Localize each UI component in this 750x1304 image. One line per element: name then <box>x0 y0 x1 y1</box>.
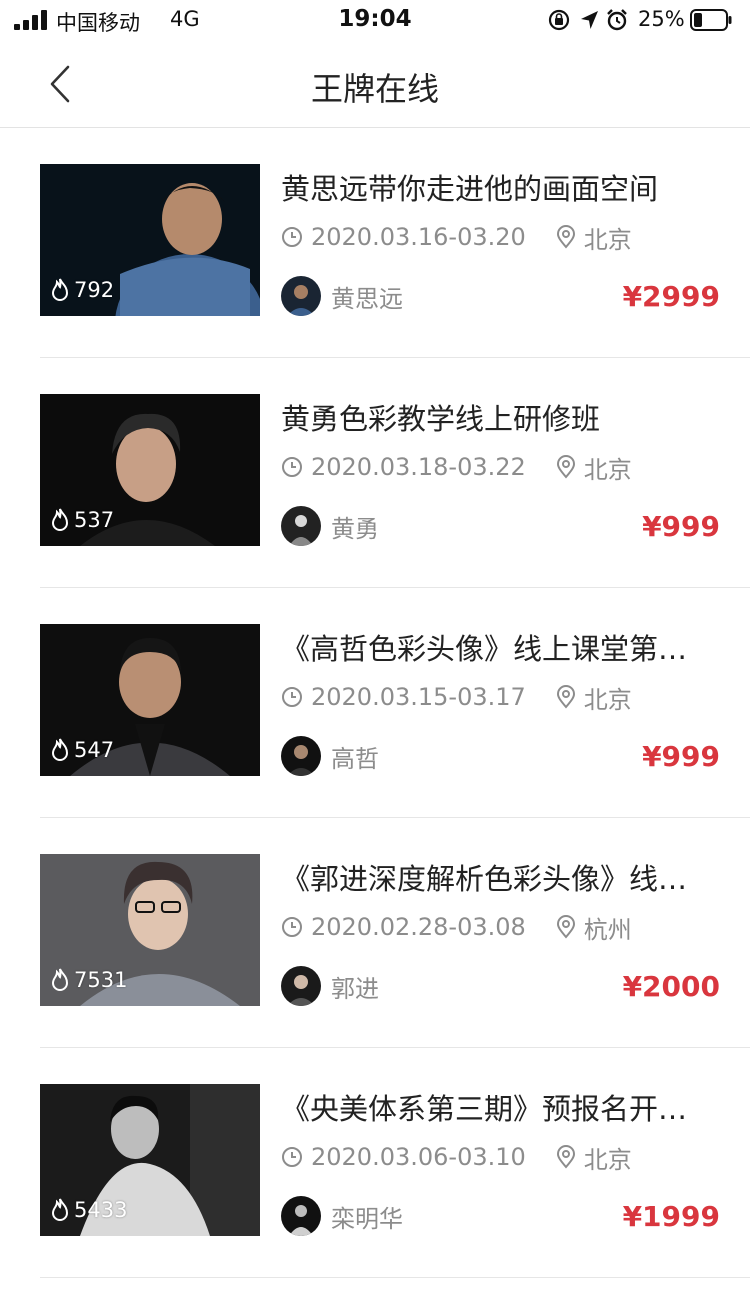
author-name: 高哲 <box>331 744 379 773</box>
course-item[interactable]: 5433 《央美体系第三期》预报名开… 2020.03.06-03.10 北京 <box>40 1048 750 1278</box>
course-title: 《央美体系第三期》预报名开… <box>281 1092 688 1126</box>
location-pin-icon <box>556 225 575 249</box>
course-author: 黄勇 <box>281 506 379 546</box>
course-meta: 2020.03.06-03.10 北京 <box>281 1141 632 1174</box>
flame-icon <box>51 508 69 531</box>
course-date: 2020.03.06-03.10 <box>311 1143 526 1171</box>
heat-badge: 537 <box>50 508 114 532</box>
status-icons <box>547 8 631 32</box>
clock-icon <box>282 687 302 707</box>
author-name: 黄勇 <box>331 514 379 543</box>
course-location: 北京 <box>583 225 632 254</box>
alarm-icon <box>607 9 627 31</box>
author-name: 黄思远 <box>331 284 403 313</box>
battery-icon <box>690 9 732 31</box>
course-thumbnail: 537 <box>40 394 260 546</box>
heat-count: 792 <box>74 278 115 302</box>
location-pin-icon <box>556 1145 575 1169</box>
flame-icon <box>51 738 69 761</box>
location-pin-icon <box>556 915 575 939</box>
clock-icon <box>282 917 302 937</box>
course-item[interactable]: 792 黄思远带你走进他的画面空间 2020.03.16-03.20 北京 黄思… <box>40 128 750 358</box>
course-author: 高哲 <box>281 736 379 776</box>
clock-icon <box>282 227 302 247</box>
course-title: 黄勇色彩教学线上研修班 <box>281 402 601 436</box>
course-date: 2020.03.18-03.22 <box>311 453 526 481</box>
nav-bar: 王牌在线 <box>0 40 750 128</box>
course-title: 黄思远带你走进他的画面空间 <box>281 172 659 206</box>
heat-count: 5433 <box>74 1198 128 1222</box>
course-price: ¥999 <box>642 740 720 773</box>
course-date: 2020.03.15-03.17 <box>311 683 526 711</box>
rotation-lock-icon <box>548 9 570 31</box>
flame-icon <box>51 278 69 301</box>
course-item[interactable]: 547 《高哲色彩头像》线上课堂第… 2020.03.15-03.17 北京 高… <box>40 588 750 818</box>
heat-badge: 792 <box>50 278 114 302</box>
author-name: 郭进 <box>331 974 379 1003</box>
heat-count: 7531 <box>74 968 128 992</box>
heat-badge: 547 <box>50 738 114 762</box>
clock-icon <box>282 1147 302 1167</box>
course-price: ¥999 <box>642 510 720 543</box>
course-item[interactable]: 537 黄勇色彩教学线上研修班 2020.03.18-03.22 北京 黄勇 ¥… <box>40 358 750 588</box>
course-title: 《郭进深度解析色彩头像》线… <box>281 862 688 896</box>
location-arrow-icon <box>581 11 598 29</box>
course-meta: 2020.03.18-03.22 北京 <box>281 451 632 484</box>
status-bar: 中国移动 4G 19:04 25% <box>0 0 750 40</box>
location-pin-icon <box>556 455 575 479</box>
flame-icon <box>51 968 69 991</box>
course-meta: 2020.03.16-03.20 北京 <box>281 221 632 254</box>
avatar <box>281 506 321 546</box>
course-date: 2020.03.16-03.20 <box>311 223 526 251</box>
heat-badge: 5433 <box>50 1198 127 1222</box>
course-author: 郭进 <box>281 966 379 1006</box>
course-location: 北京 <box>583 685 632 714</box>
course-author: 黄思远 <box>281 276 403 316</box>
heat-count: 547 <box>74 738 115 762</box>
course-location: 北京 <box>583 1145 632 1174</box>
course-date: 2020.02.28-03.08 <box>311 913 526 941</box>
page-title: 王牌在线 <box>310 70 439 108</box>
heat-count: 537 <box>74 508 115 532</box>
location-pin-icon <box>556 685 575 709</box>
avatar <box>281 966 321 1006</box>
course-author: 栾明华 <box>281 1196 403 1236</box>
heat-badge: 7531 <box>50 968 127 992</box>
course-meta: 2020.03.15-03.17 北京 <box>281 681 632 714</box>
course-thumbnail: 792 <box>40 164 260 316</box>
avatar <box>281 276 321 316</box>
clock-icon <box>282 457 302 477</box>
avatar <box>281 1196 321 1236</box>
course-price: ¥2000 <box>622 970 720 1003</box>
course-thumbnail: 547 <box>40 624 260 776</box>
course-thumbnail: 7531 <box>40 854 260 1006</box>
course-price: ¥2999 <box>622 280 720 313</box>
course-location: 北京 <box>583 455 632 484</box>
course-list: 792 黄思远带你走进他的画面空间 2020.03.16-03.20 北京 黄思… <box>0 128 750 1278</box>
author-name: 栾明华 <box>331 1204 403 1233</box>
course-item[interactable]: 7531 《郭进深度解析色彩头像》线… 2020.02.28-03.08 杭州 <box>40 818 750 1048</box>
battery-percent: 25% <box>638 7 685 31</box>
avatar <box>281 736 321 776</box>
course-thumbnail: 5433 <box>40 1084 260 1236</box>
flame-icon <box>51 1198 69 1221</box>
course-location: 杭州 <box>583 915 632 944</box>
course-title: 《高哲色彩头像》线上课堂第… <box>281 632 688 666</box>
course-price: ¥1999 <box>622 1200 720 1233</box>
course-meta: 2020.02.28-03.08 杭州 <box>281 911 632 944</box>
